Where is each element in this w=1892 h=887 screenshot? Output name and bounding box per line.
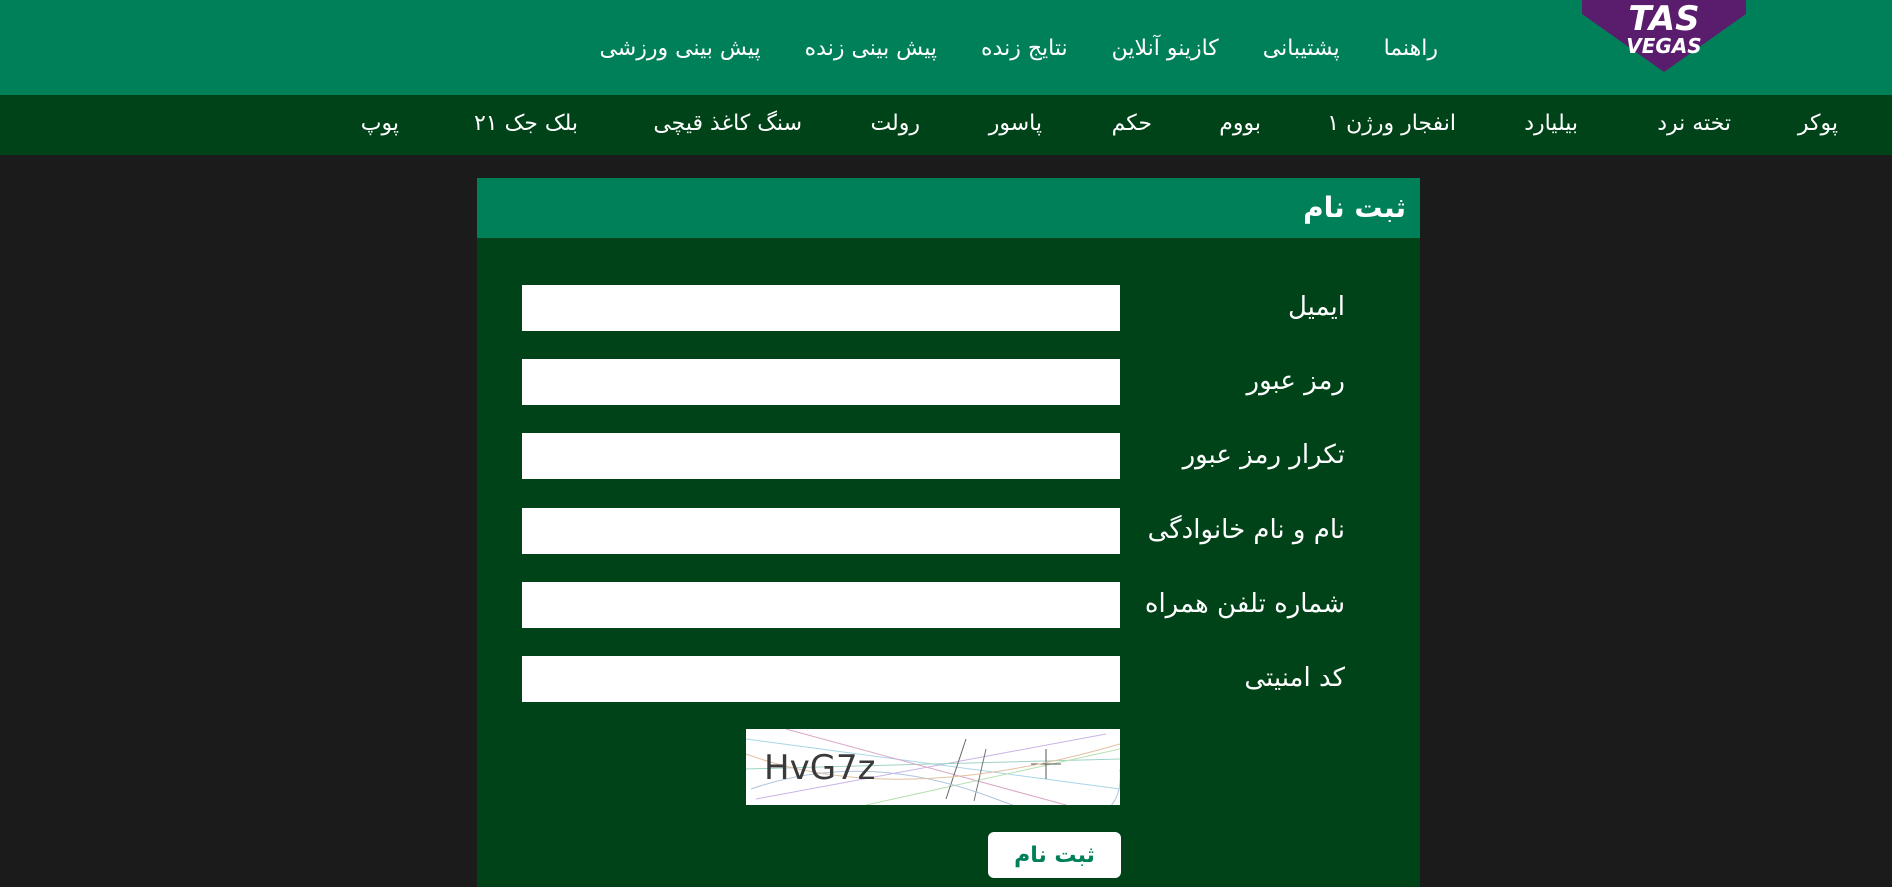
game-crash[interactable]: انفجار ورژن ۱ [1327,111,1456,136]
nav-support[interactable]: پشتیبانی [1263,36,1340,61]
game-billiards[interactable]: بیلیارد [1524,111,1578,136]
game-poker[interactable]: پوکر [1798,111,1838,136]
nav-help[interactable]: راهنما [1384,36,1438,61]
security-code-field[interactable] [522,656,1120,702]
nav-online-casino[interactable]: کازینو آنلاین [1112,36,1219,61]
full-name-field[interactable] [522,508,1120,554]
games-nav: پوکر تخته نرد بیلیارد انفجار ورژن ۱ بووم… [0,95,1892,155]
logo-text-bottom: VEGAS [1626,34,1701,58]
game-hokm[interactable]: حکم [1112,111,1152,136]
nav-live-betting[interactable]: پیش بینی زنده [805,36,937,61]
top-header: پیش بینی ورزشی پیش بینی زنده نتایج زنده … [0,0,1892,95]
full-name-label: نام و نام خانوادگی [1147,515,1345,545]
password-label: رمز عبور [1246,366,1345,396]
site-logo[interactable]: TAS VEGAS [1582,0,1746,72]
confirm-password-field[interactable] [522,433,1120,479]
captcha-image: HvG7z [746,729,1120,805]
game-boom[interactable]: بووم [1219,111,1261,136]
game-rock-paper-scissors[interactable]: سنگ کاغذ قیچی [653,111,802,136]
confirm-password-label: تکرار رمز عبور [1182,440,1345,470]
game-roulette[interactable]: رولت [870,111,920,136]
mobile-field[interactable] [522,582,1120,628]
captcha-text: HvG7z [764,748,876,788]
email-label: ایمیل [1287,292,1345,322]
password-field[interactable] [522,359,1120,405]
panel-title: ثبت نام [1303,191,1406,224]
game-pasur[interactable]: پاسور [989,111,1042,136]
game-backgammon[interactable]: تخته نرد [1657,111,1731,136]
nav-live-results[interactable]: نتایج زنده [981,36,1068,61]
game-blackjack[interactable]: بلک جک ۲۱ [474,111,578,136]
panel-header: ثبت نام [477,178,1420,238]
registration-panel: ثبت نام ایمیل رمز عبور تکرار رمز عبور نا… [477,178,1420,887]
submit-button[interactable]: ثبت نام [988,832,1121,878]
game-pop[interactable]: پوپ [361,111,399,136]
nav-sports-betting[interactable]: پیش بینی ورزشی [599,36,760,61]
security-code-label: کد امنیتی [1244,663,1345,693]
main-nav: پیش بینی ورزشی پیش بینی زنده نتایج زنده … [599,36,1438,61]
mobile-label: شماره تلفن همراه [1144,589,1345,619]
email-field[interactable] [522,285,1120,331]
